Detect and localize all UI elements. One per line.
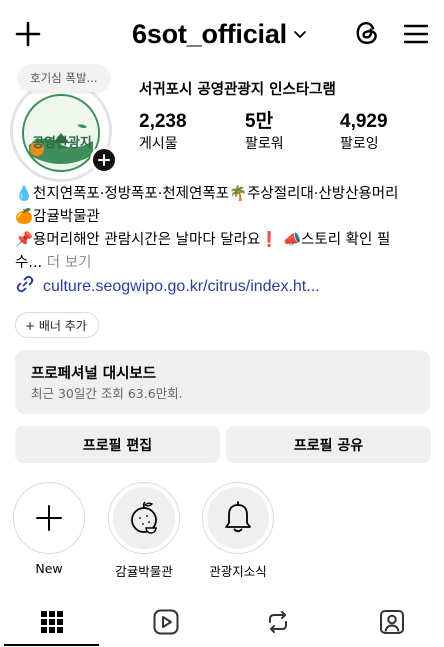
stat-posts[interactable]: 2,238 게시물 bbox=[139, 110, 187, 154]
dashboard-title: 프로페셔널 대시보드 bbox=[31, 366, 157, 382]
highlight-label: 감귤박물관 bbox=[115, 564, 173, 579]
bell-icon bbox=[225, 501, 251, 533]
plus-icon bbox=[98, 154, 110, 166]
add-banner-button[interactable]: + 배너 추가 bbox=[15, 312, 99, 338]
tab-tagged[interactable] bbox=[362, 600, 422, 644]
avatar-text: 공영관광지 bbox=[32, 136, 92, 151]
username: 6sot_official bbox=[132, 18, 287, 49]
stat-label: 팔로잉 bbox=[340, 136, 379, 152]
create-plus-icon[interactable] bbox=[12, 18, 44, 50]
add-story-button[interactable] bbox=[90, 146, 118, 174]
highlight-circle bbox=[13, 482, 85, 554]
profile-tabs bbox=[0, 600, 444, 647]
repost-icon bbox=[269, 611, 287, 633]
stat-value: 5만 bbox=[245, 111, 274, 132]
stat-value: 4,929 bbox=[340, 111, 388, 132]
profile-stats: 2,238 게시물 5만 팔로워 4,929 팔로잉 bbox=[139, 110, 439, 154]
reels-icon bbox=[153, 609, 179, 635]
dashboard-subtitle: 최근 30일간 조회 63.6만회. bbox=[31, 386, 183, 401]
highlight-new[interactable]: New bbox=[4, 482, 94, 576]
see-more-link[interactable]: 더 보기 bbox=[47, 255, 92, 271]
professional-dashboard[interactable]: 프로페셔널 대시보드 최근 30일간 조회 63.6만회. bbox=[15, 350, 430, 414]
bio-line: 🍊감귤박물관 bbox=[15, 209, 100, 225]
edit-profile-button[interactable]: 프로필 편집 bbox=[15, 426, 220, 463]
chevron-down-icon bbox=[293, 25, 307, 44]
highlight-circle bbox=[108, 482, 180, 554]
plus-icon bbox=[36, 505, 62, 531]
active-tab-indicator bbox=[4, 644, 99, 646]
bio-line: 📌용머리해안 관람시간은 날마다 달라요❗ 📣스토리 확인 필 bbox=[15, 232, 391, 248]
menu-icon[interactable] bbox=[400, 18, 432, 50]
tab-grid[interactable] bbox=[22, 600, 82, 644]
link-text: culture.seogwipo.go.kr/citrus/index.ht..… bbox=[43, 277, 320, 295]
share-profile-button[interactable]: 프로필 공유 bbox=[226, 426, 431, 463]
bio-link[interactable]: culture.seogwipo.go.kr/citrus/index.ht..… bbox=[15, 274, 320, 299]
tab-reposts[interactable] bbox=[248, 600, 308, 644]
citrus-icon bbox=[131, 501, 157, 534]
top-bar: 6sot_official bbox=[0, 0, 444, 66]
bio-line-last: 수... 더 보기 bbox=[15, 252, 437, 275]
stat-label: 게시물 bbox=[139, 136, 178, 152]
stat-followers[interactable]: 5만 팔로워 bbox=[245, 110, 284, 154]
bio-line-text: 수... bbox=[15, 255, 43, 271]
profile-avatar-area: 공영관광지 호기심 폭발... bbox=[8, 62, 126, 182]
link-icon bbox=[15, 274, 35, 299]
grid-icon bbox=[41, 611, 63, 633]
bio-line: 💧천지연폭포·정방폭포·천제연폭포🌴주상절리대·산방산용머리 bbox=[15, 186, 399, 202]
highlight-label: 관광지소식 bbox=[209, 564, 267, 579]
tab-reels[interactable] bbox=[136, 600, 196, 644]
note-bubble[interactable]: 호기심 폭발... bbox=[18, 64, 110, 92]
stat-value: 2,238 bbox=[139, 111, 187, 132]
threads-icon[interactable] bbox=[350, 16, 384, 50]
stat-following[interactable]: 4,929 팔로잉 bbox=[340, 110, 388, 154]
highlight-citrus-museum[interactable]: 감귤박물관 bbox=[99, 482, 189, 580]
account-switcher[interactable]: 6sot_official bbox=[132, 14, 307, 54]
tagged-icon bbox=[380, 610, 404, 634]
highlight-tourist-news[interactable]: 관광지소식 bbox=[193, 482, 283, 580]
highlight-circle bbox=[202, 482, 274, 554]
highlight-label: New bbox=[35, 561, 63, 576]
bio: 💧천지연폭포·정방폭포·천제연폭포🌴주상절리대·산방산용머리 🍊감귤박물관 📌용… bbox=[15, 183, 437, 275]
display-name: 서귀포시 공영관광지 인스타그램 bbox=[139, 82, 336, 98]
stat-label: 팔로워 bbox=[245, 136, 284, 152]
